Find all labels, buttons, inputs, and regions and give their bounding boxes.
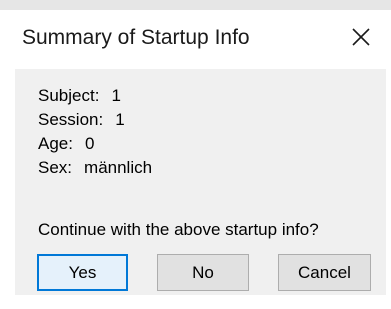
startup-info-dialog: Summary of Startup Info Subject: 1 Sessio…: [0, 10, 391, 309]
session-line: Session: 1: [38, 110, 125, 130]
background-window-strip: [0, 0, 391, 10]
age-value: 0: [84, 134, 95, 153]
age-label: Age:: [38, 134, 73, 153]
session-value: 1: [115, 110, 125, 129]
screen: Summary of Startup Info Subject: 1 Sessio…: [0, 0, 391, 309]
session-label: Session:: [38, 110, 104, 129]
cancel-button[interactable]: Cancel: [278, 254, 371, 291]
dialog-bottom-edge: [0, 295, 391, 309]
confirmation-question: Continue with the above startup info?: [38, 220, 319, 239]
subject-value: 1: [111, 86, 121, 105]
subject-line: Subject: 1: [38, 86, 121, 106]
close-icon: [352, 28, 370, 46]
dialog-content: Subject: 1 Session: 1 Age: 0 Sex: männlich C…: [15, 69, 386, 295]
sex-label: Sex:: [38, 158, 73, 177]
sex-value: männlich: [84, 158, 153, 177]
yes-button[interactable]: Yes: [37, 254, 128, 291]
sex-line: Sex: männlich: [38, 158, 152, 178]
dialog-title: Summary of Startup Info: [22, 26, 250, 49]
dialog-titlebar[interactable]: Summary of Startup Info: [0, 10, 391, 69]
subject-label: Subject:: [38, 86, 100, 105]
age-line: Age: 0: [38, 134, 94, 154]
close-button[interactable]: [341, 17, 381, 57]
no-button[interactable]: No: [157, 254, 249, 291]
